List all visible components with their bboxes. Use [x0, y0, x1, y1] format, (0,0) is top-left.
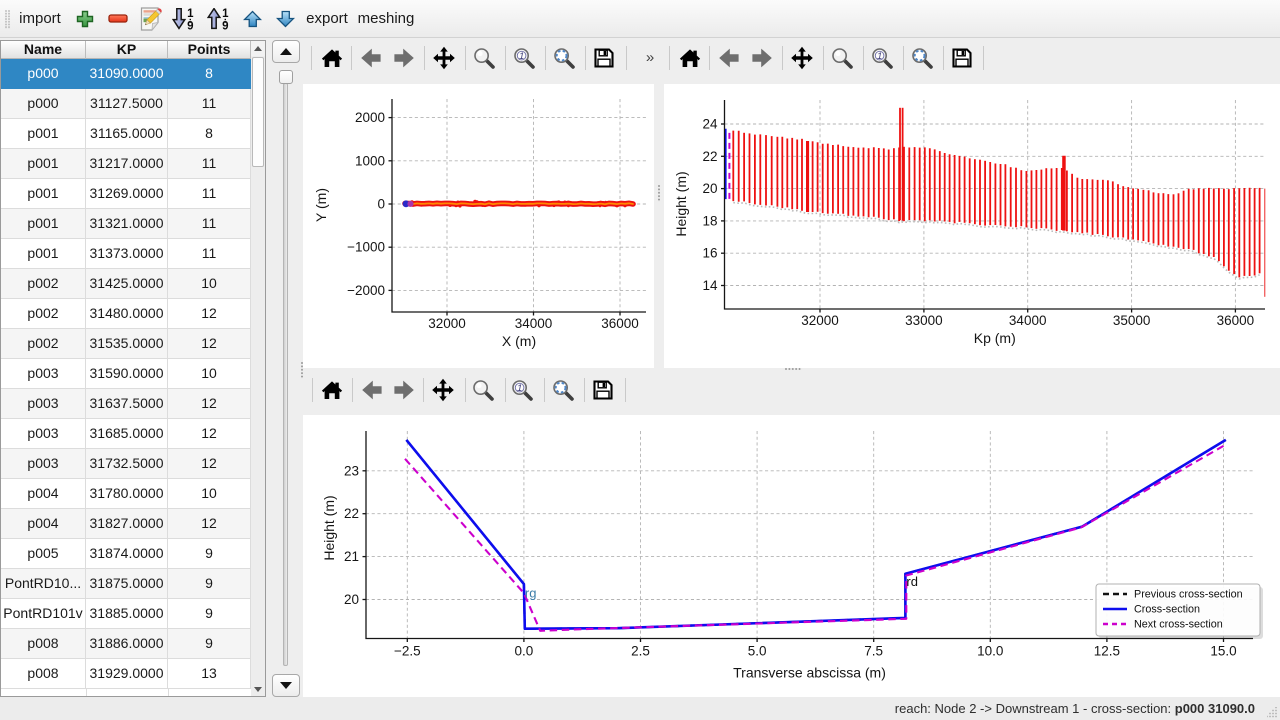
svg-text:35000: 35000: [1113, 313, 1151, 328]
svg-text:1000: 1000: [355, 153, 385, 168]
svg-text:15.0: 15.0: [1210, 644, 1236, 659]
svg-text:Kp (m): Kp (m): [974, 330, 1016, 346]
svg-text:23: 23: [344, 463, 359, 478]
svg-text:22: 22: [702, 149, 717, 164]
svg-text:36000: 36000: [1217, 313, 1255, 328]
svg-text:16: 16: [702, 246, 717, 261]
svg-text:0.0: 0.0: [515, 644, 534, 659]
svg-text:20: 20: [702, 181, 717, 196]
svg-text:24: 24: [702, 117, 718, 132]
svg-text:rg: rg: [525, 585, 537, 600]
svg-text:X (m): X (m): [502, 333, 536, 349]
svg-text:−2.5: −2.5: [394, 644, 421, 659]
svg-text:32000: 32000: [801, 313, 839, 328]
svg-text:−1000: −1000: [347, 240, 385, 255]
svg-text:5.0: 5.0: [748, 644, 767, 659]
svg-text:34000: 34000: [515, 316, 553, 331]
svg-text:Height (m): Height (m): [673, 171, 689, 236]
svg-text:10.0: 10.0: [977, 644, 1003, 659]
svg-text:7.5: 7.5: [864, 644, 883, 659]
svg-text:rd: rd: [906, 574, 918, 589]
svg-text:Height (m): Height (m): [321, 495, 337, 560]
svg-text:2000: 2000: [355, 110, 385, 125]
svg-text:18: 18: [702, 213, 717, 228]
svg-text:1: 1: [517, 383, 522, 394]
svg-text:14: 14: [702, 278, 718, 293]
svg-text:1: 1: [222, 8, 229, 20]
svg-text:Transverse abscissa (m): Transverse abscissa (m): [733, 665, 886, 681]
svg-text:12.5: 12.5: [1094, 644, 1120, 659]
svg-text:22: 22: [344, 506, 359, 521]
svg-text:2.5: 2.5: [631, 644, 650, 659]
svg-text:1: 1: [187, 8, 194, 20]
svg-text:1: 1: [519, 51, 524, 62]
svg-text:34000: 34000: [1009, 313, 1047, 328]
svg-text:Next cross-section: Next cross-section: [1134, 619, 1223, 631]
svg-text:1: 1: [877, 51, 882, 62]
svg-text:33000: 33000: [905, 313, 943, 328]
svg-text:32000: 32000: [428, 316, 466, 331]
svg-text:21: 21: [344, 549, 359, 564]
svg-text:Previous cross-section: Previous cross-section: [1134, 589, 1243, 601]
svg-text:−2000: −2000: [347, 283, 385, 298]
svg-text:Y (m): Y (m): [313, 188, 329, 222]
svg-text:Cross-section: Cross-section: [1134, 604, 1200, 616]
svg-text:0: 0: [377, 197, 385, 212]
svg-text:36000: 36000: [601, 316, 639, 331]
svg-text:20: 20: [344, 592, 359, 607]
